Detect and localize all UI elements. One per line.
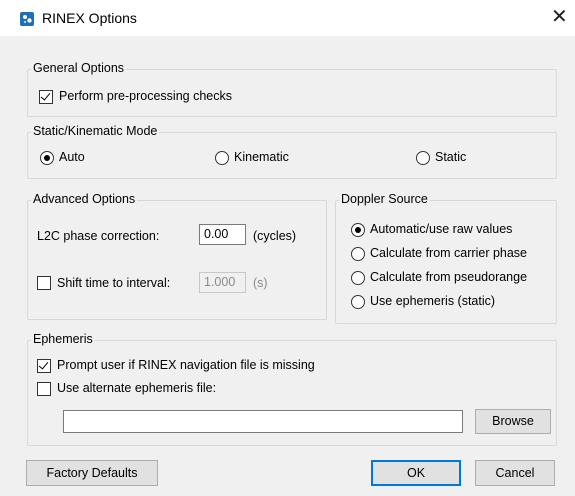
prompt-nav-file-checkbox[interactable]	[37, 359, 51, 373]
doppler-raw-radio[interactable]	[351, 223, 365, 237]
doppler-raw-label: Automatic/use raw values	[370, 222, 513, 236]
alternate-ephemeris-label: Use alternate ephemeris file:	[57, 381, 217, 395]
ephemeris-legend: Ephemeris	[31, 332, 95, 346]
preprocess-checkbox[interactable]	[39, 90, 53, 104]
advanced-options-group: Advanced Options	[27, 192, 327, 320]
mode-kinematic-radio[interactable]	[215, 151, 229, 165]
ephemeris-file-input[interactable]	[63, 410, 463, 433]
l2c-unit: (cycles)	[253, 229, 297, 243]
l2c-label: L2C phase correction:	[37, 229, 160, 243]
doppler-source-legend: Doppler Source	[339, 192, 430, 206]
doppler-ephemeris-radio[interactable]	[351, 295, 365, 309]
browse-button[interactable]: Browse	[475, 409, 551, 434]
mode-static-label: Static	[435, 150, 467, 164]
mode-legend: Static/Kinematic Mode	[31, 124, 160, 138]
doppler-carrier-label: Calculate from carrier phase	[370, 246, 528, 260]
mode-group: Static/Kinematic Mode	[27, 124, 557, 179]
alternate-ephemeris-checkbox[interactable]	[37, 382, 51, 396]
prompt-nav-file-label: Prompt user if RINEX navigation file is …	[57, 358, 315, 372]
doppler-pseudorange-label: Calculate from pseudorange	[370, 270, 528, 284]
cancel-button[interactable]: Cancel	[475, 460, 555, 486]
doppler-ephemeris-label: Use ephemeris (static)	[370, 294, 496, 308]
general-options-legend: General Options	[31, 61, 127, 75]
shift-time-input[interactable]: 1.000	[199, 272, 246, 293]
ok-button[interactable]: OK	[371, 460, 461, 486]
mode-auto-label: Auto	[59, 150, 85, 164]
mode-static-radio[interactable]	[416, 151, 430, 165]
shift-time-label: Shift time to interval:	[57, 276, 171, 290]
title-bar: RINEX Options ✕	[0, 0, 575, 36]
shift-time-checkbox[interactable]	[37, 276, 51, 290]
advanced-options-legend: Advanced Options	[31, 192, 138, 206]
l2c-input[interactable]: 0.00	[199, 224, 246, 245]
doppler-pseudorange-radio[interactable]	[351, 271, 365, 285]
doppler-carrier-radio[interactable]	[351, 247, 365, 261]
shift-time-unit: (s)	[253, 276, 268, 290]
window-title: RINEX Options	[42, 10, 137, 26]
mode-kinematic-label: Kinematic	[234, 150, 289, 164]
app-icon	[20, 12, 34, 26]
mode-auto-radio[interactable]	[40, 151, 54, 165]
close-icon[interactable]: ✕	[551, 6, 568, 28]
preprocess-label: Perform pre-processing checks	[59, 89, 232, 103]
factory-defaults-button[interactable]: Factory Defaults	[26, 460, 158, 486]
